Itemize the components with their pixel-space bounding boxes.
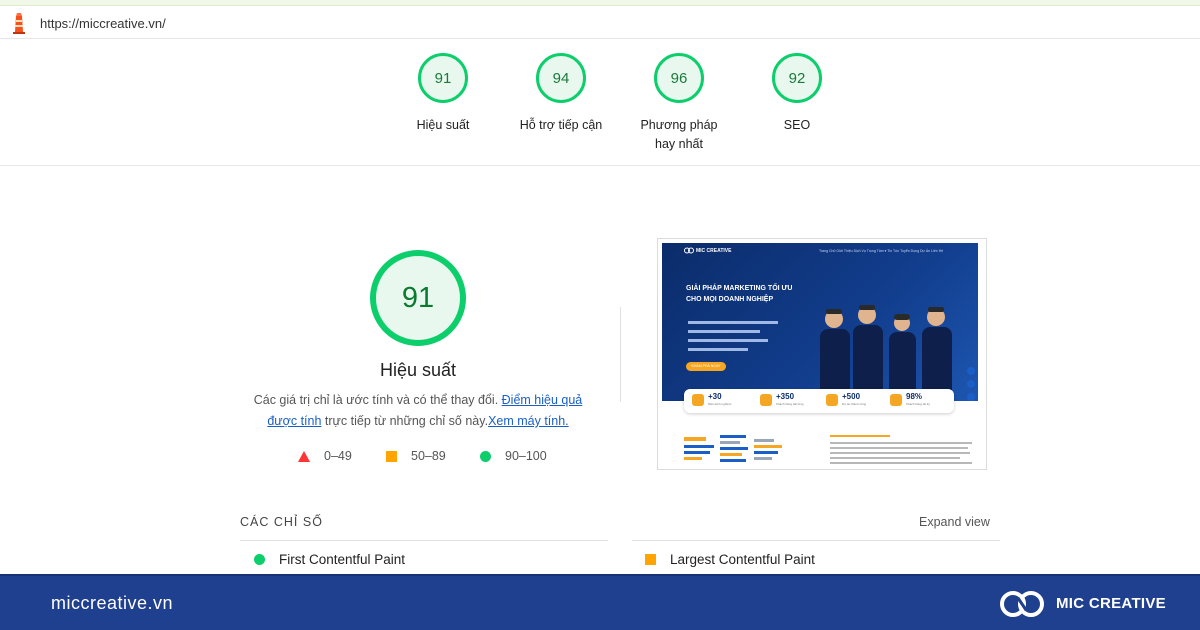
gauge-label: Hiệu suất [416,118,470,132]
description-text: trực tiếp từ những chỉ số này. [321,414,489,428]
metric-label: Largest Contentful Paint [670,552,815,567]
category-gauges: 91 Hiệu suất 94 Hỗ trợ tiếp cận 96 Phươn… [0,40,1200,166]
gauge-score: 92 [772,53,822,103]
legend-range: 50–89 [411,449,446,463]
performance-score-gauge: 91 [370,250,466,346]
legend-range: 0–49 [324,449,352,463]
metrics-divider [632,540,1000,541]
final-screenshot-thumbnail[interactable]: MIC CREATIVE Trang Chủ Giới Thiệu Dịch V… [657,238,987,470]
performance-title: Hiệu suất [379,360,457,380]
screenshot-bullets [688,321,778,351]
footer-url[interactable]: miccreative.vn [51,593,173,614]
screenshot-cta-button: KHÁM PHÁ NGAY [686,362,726,371]
headline-line: CHO MỌI DOANH NGHIỆP [686,296,774,303]
footer-banner: miccreative.vn MIC CREATIVE [0,574,1200,630]
metric-first-contentful-paint[interactable]: First Contentful Paint [254,552,405,567]
stat-icon [760,394,772,406]
metric-largest-contentful-paint[interactable]: Largest Contentful Paint [645,552,815,567]
gauge-score: 94 [536,53,586,103]
gauge-seo[interactable]: 92 SEO [742,53,852,135]
gauge-label: Hỗ trợ tiếp cận [519,118,603,132]
screenshot-menu: Trang Chủ Giới Thiệu Dịch Vụ Trọng Tâm ▾… [819,249,944,253]
stat-item: +350 Khách hàng hài lòng [776,392,804,406]
screenshot-hero: MIC CREATIVE Trang Chủ Giới Thiệu Dịch V… [662,243,978,401]
performance-description: Các giá trị chỉ là ước tính và có thể th… [240,390,596,432]
screenshot-headline: GIẢI PHÁP MARKETING TỐI ƯU CHO MỌI DOANH… [686,283,792,305]
team-photo-image [820,305,952,401]
square-icon [386,450,397,462]
gauge-label: Phương pháp hay nhất [640,118,718,151]
page-url[interactable]: https://miccreative.vn/ [40,16,166,31]
legend-average: 50–89 [386,449,446,463]
metrics-divider [240,540,608,541]
screenshot-paragraph [830,435,980,467]
gauge-score: 96 [654,53,704,103]
screenshot-side-buttons [967,367,975,401]
average-square-icon [645,554,656,565]
gauge-accessibility[interactable]: 94 Hỗ trợ tiếp cận [506,53,616,135]
stat-item: +30 Năm kinh nghiệm [708,392,732,406]
screenshot-stats: +30 Năm kinh nghiệm +350 Khách hàng hài lò… [684,389,954,413]
legend-range: 90–100 [505,449,547,463]
mic-logo-icon [684,247,694,254]
circle-icon [480,450,491,462]
metric-label: First Contentful Paint [279,552,406,567]
description-text: Các giá trị chỉ là ước tính và có thể th… [253,393,502,407]
mic-creative-logo-icon [1000,591,1044,617]
stat-icon [826,394,838,406]
url-bar: https://miccreative.vn/ [0,6,1200,39]
gauge-performance[interactable]: 91 Hiệu suất [388,53,498,135]
screenshot-brand: MIC CREATIVE [696,248,732,254]
screenshot-collage-image [684,435,782,462]
stat-icon [692,394,704,406]
triangle-icon [298,450,310,462]
stat-icon [890,394,902,406]
legend-pass: 90–100 [480,449,547,463]
stat-item: +500 Dự án thành công [842,392,867,406]
stat-item: 98% Khách hàng tái ký [906,392,930,406]
gauge-best-practices[interactable]: 96 Phương pháp hay nhất [624,53,734,154]
metrics-section-title: CÁC CHỈ SỐ [240,515,323,529]
expand-view-button[interactable]: Expand view [919,515,990,529]
screenshot-nav: MIC CREATIVE Trang Chủ Giới Thiệu Dịch V… [662,243,978,261]
headline-line: GIẢI PHÁP MARKETING TỐI ƯU [686,285,793,292]
lighthouse-icon [13,13,25,34]
view-calculator-link[interactable]: Xem máy tính. [488,414,569,428]
footer-brand: MIC CREATIVE [1056,595,1166,612]
gauge-score: 91 [418,53,468,103]
legend-fail: 0–49 [298,449,352,463]
gauge-label: SEO [783,118,811,132]
vertical-divider [620,307,621,402]
pass-circle-icon [254,554,265,565]
